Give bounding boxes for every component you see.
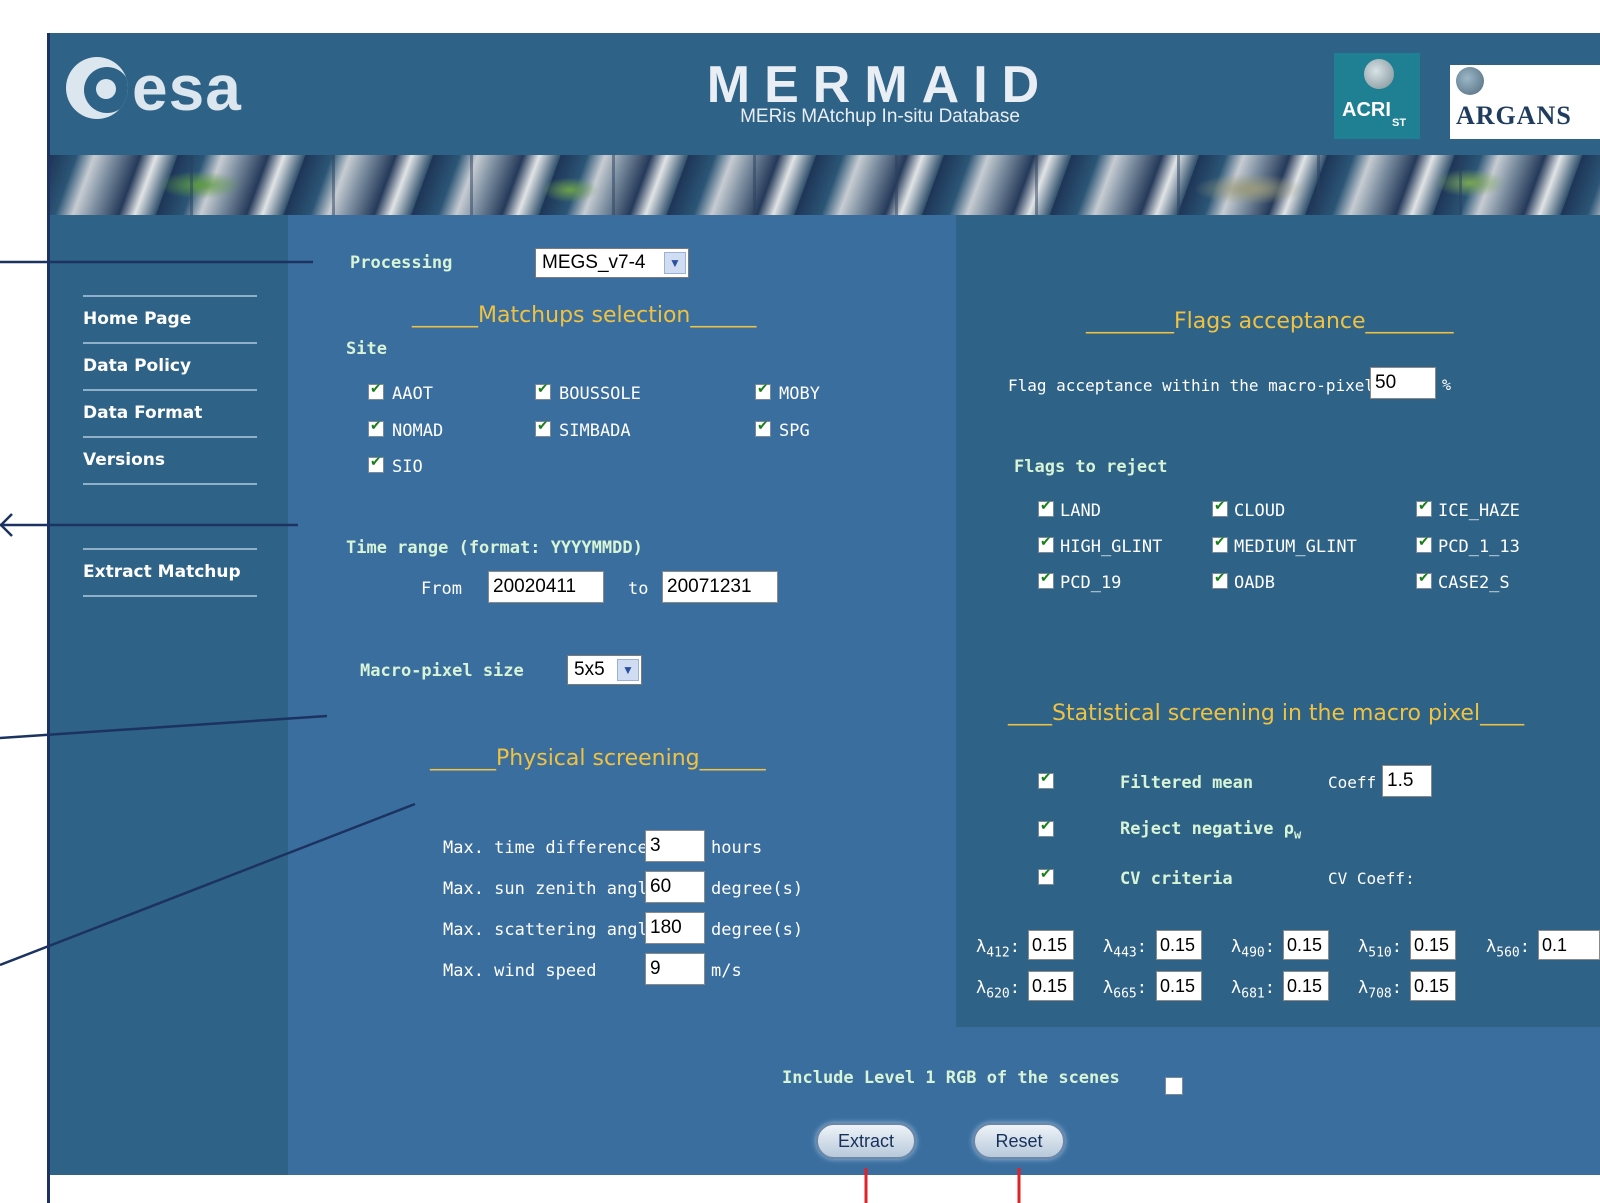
annotation-line: [0, 802, 416, 967]
annotation-overlay: [0, 260, 1021, 1203]
esa-logo-dot-icon: [72, 83, 82, 93]
annotation-line: [0, 714, 328, 740]
